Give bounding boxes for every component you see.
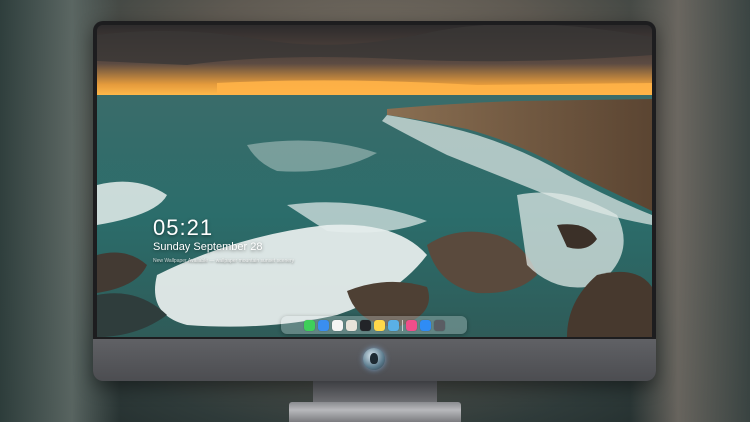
lock-screen-time: 05:21 bbox=[153, 215, 214, 240]
maps-icon[interactable] bbox=[345, 319, 357, 331]
messages-icon[interactable] bbox=[303, 319, 315, 331]
wallpaper bbox=[97, 25, 652, 337]
monitor: 05:21 Sunday September 28 New Wallpaper … bbox=[93, 21, 656, 381]
brand-logo-icon bbox=[363, 348, 385, 370]
dock bbox=[281, 316, 467, 334]
dock-separator bbox=[401, 319, 403, 331]
photos-icon[interactable] bbox=[387, 319, 399, 331]
monitor-chin bbox=[93, 339, 656, 381]
monitor-stand-neck bbox=[313, 381, 437, 403]
desktop-screen: 05:21 Sunday September 28 New Wallpaper … bbox=[97, 25, 652, 337]
lock-screen-notification[interactable]: New Wallpaper Available — wallpaper moun… bbox=[153, 258, 294, 264]
app-store-icon[interactable] bbox=[419, 319, 431, 331]
clock-icon[interactable] bbox=[331, 319, 343, 331]
notes-icon[interactable] bbox=[373, 319, 385, 331]
monitor-stand-base bbox=[289, 402, 461, 422]
weather-icon[interactable] bbox=[317, 319, 329, 331]
music-icon[interactable] bbox=[405, 319, 417, 331]
lock-screen-date: Sunday September 28 bbox=[153, 241, 263, 253]
clapper-icon[interactable] bbox=[359, 319, 371, 331]
camera-icon[interactable] bbox=[433, 319, 445, 331]
